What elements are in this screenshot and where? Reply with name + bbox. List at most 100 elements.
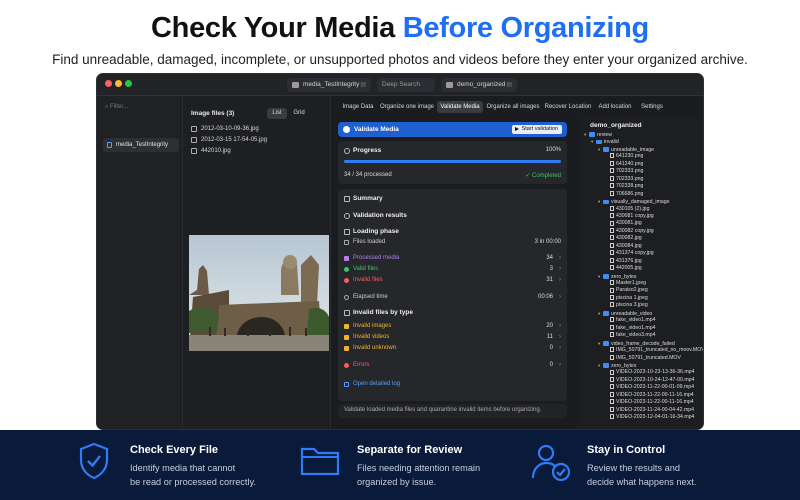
- files-loaded-row: Files loaded 3 in 00:00: [344, 237, 561, 248]
- tree-file[interactable]: piscina 1.jpeg: [605, 295, 648, 302]
- tab-organize-one-image[interactable]: Organize one image: [379, 101, 435, 113]
- error-icon: [344, 363, 349, 368]
- chevron-right-icon: ›: [559, 334, 561, 340]
- tree-file[interactable]: 431374 copy.jpg: [605, 250, 654, 257]
- tree-file[interactable]: fake_video3.mp4: [605, 332, 656, 339]
- tree-file[interactable]: piscina 3.jpeg: [605, 302, 648, 309]
- start-validation-button[interactable]: Start validation: [511, 125, 562, 134]
- trash-icon[interactable]: ▤: [506, 78, 512, 92]
- feature-title: Stay in Control: [587, 444, 666, 456]
- tree-file[interactable]: 430082 copy.jpg: [605, 228, 654, 235]
- deep-search-input[interactable]: Deep Search: [377, 78, 435, 92]
- errors-row[interactable]: Errors 0 ›: [344, 360, 561, 371]
- tree-file[interactable]: 430081 copy.jpg: [605, 213, 654, 220]
- invalid-videos-row[interactable]: Invalid videos 11 ›: [344, 332, 561, 343]
- tree-folder[interactable]: ▾ invalid: [591, 138, 619, 145]
- tree-file[interactable]: fake_video1.mp4: [605, 317, 656, 324]
- file-icon: [610, 406, 614, 412]
- tree-file[interactable]: 702333.png: [605, 176, 643, 183]
- destination-folder-label: demo_organized: [457, 81, 506, 88]
- tree-file[interactable]: VIDEO-2023-11-22-00-11-16.mp4: [605, 392, 694, 399]
- clock-icon: [344, 295, 349, 300]
- tree-file[interactable]: 430081.jpg: [605, 220, 642, 227]
- tab-organize-all-images[interactable]: Organize all images: [485, 101, 541, 113]
- file-icon: [610, 280, 614, 286]
- tab-recover-location[interactable]: Recover Location: [543, 101, 593, 113]
- trash-icon[interactable]: ▤: [360, 78, 366, 92]
- file-icon: [610, 376, 614, 382]
- file-row[interactable]: 2012-03-15 17-54-05.jpg: [191, 135, 267, 145]
- tree-file[interactable]: VIDEO-2023-10-23-13-36-36.mp4: [605, 369, 694, 376]
- tree-file[interactable]: IMG_50791_truncated_no_moov.MOV: [605, 347, 704, 354]
- tree-item-label: VIDEO-2023-12-04-01-16-34.mp4: [616, 414, 695, 421]
- open-detailed-log-link[interactable]: Open detailed log: [344, 379, 561, 390]
- invalid-images-row[interactable]: Invalid images 20 ›: [344, 321, 561, 332]
- processed-media-row[interactable]: Processed media 34 ›: [344, 253, 561, 264]
- tree-file[interactable]: 431376.jpg: [605, 258, 642, 265]
- tree-file[interactable]: VIDEO-2023-10-24-12-47-00.mp4: [605, 377, 694, 384]
- feature-description: Review the results and decide what happen…: [587, 461, 696, 489]
- sidebar-filter-input[interactable]: ⌕ Filter...: [105, 104, 128, 111]
- progress-percent: 100%: [545, 147, 561, 153]
- tree-file[interactable]: VIDEO-2023-11-24-00-04-42.mp4: [605, 407, 694, 414]
- tree-file[interactable]: 430082.jpg: [605, 235, 642, 242]
- folder-icon: [603, 199, 609, 204]
- tree-item-label: IMG_50791_truncated_no_moov.MOV: [616, 347, 704, 354]
- tree-file[interactable]: 430084.jpg: [605, 243, 642, 250]
- tree-folder[interactable]: ▾ zero_bytes: [598, 273, 636, 280]
- tab-add-location[interactable]: Add location: [595, 101, 635, 113]
- tree-file[interactable]: IMG_50791_truncated.MOV: [605, 355, 681, 362]
- sidebar-item-media-testintegrity[interactable]: media_TestIntegrity: [103, 138, 179, 152]
- summary-card: Summary Validation results Loading phase…: [338, 189, 567, 401]
- tree-file[interactable]: 430105 (2).jpg: [605, 206, 649, 213]
- files-loaded-value: 3 in 00:00: [534, 239, 561, 245]
- tab-settings[interactable]: Settings: [637, 101, 667, 113]
- tree-file[interactable]: fake_video1.mp4: [605, 325, 656, 332]
- invalid-unknown-row[interactable]: Invalid unknown 0 ›: [344, 343, 561, 354]
- tree-file[interactable]: 706686.png: [605, 191, 643, 198]
- tree-folder[interactable]: ▾ unreadable_video: [598, 310, 652, 317]
- file-name: 2012-03-10-09-36.jpg: [201, 126, 259, 132]
- tree-file[interactable]: Paraiso2.jpeg: [605, 287, 648, 294]
- invalid-files-row[interactable]: Invalid files 31 ›: [344, 275, 561, 286]
- tree-folder[interactable]: ▾ unreadable_image: [598, 146, 654, 153]
- tree-file[interactable]: 442005.jpg: [605, 265, 642, 272]
- view-list-button[interactable]: List: [267, 108, 287, 119]
- zoom-window-button[interactable]: [125, 80, 132, 87]
- tab-validate-media[interactable]: Validate Media: [437, 101, 483, 113]
- tab-image-data[interactable]: Image Data: [339, 101, 377, 113]
- tree-file[interactable]: 641240.png: [605, 161, 643, 168]
- tree-folder[interactable]: ▾ video_frame_decode_failed: [598, 340, 675, 347]
- file-icon: [610, 175, 614, 181]
- tree-file[interactable]: 641230.png: [605, 153, 643, 160]
- tree-item-label: 702333.png: [616, 168, 644, 175]
- tree-item-label: piscina 1.jpeg: [616, 294, 648, 301]
- close-window-button[interactable]: [105, 80, 112, 87]
- tree-item-label: invalid: [604, 139, 619, 146]
- tree-file[interactable]: VIDEO-2023-11-22-00-01-09.mp4: [605, 384, 694, 391]
- tree-file[interactable]: 702338.png: [605, 183, 643, 190]
- log-icon: [344, 382, 349, 387]
- view-grid-button[interactable]: Grid: [289, 108, 309, 119]
- completed-status: ✓ Completed: [525, 173, 561, 179]
- file-icon: [610, 227, 614, 233]
- tree-file[interactable]: 702333.png: [605, 168, 643, 175]
- tree-folder[interactable]: ▾ zero_bytes: [598, 362, 636, 369]
- tree-file[interactable]: VIDEO-2023-11-22-00-11-16.mp4: [605, 399, 694, 406]
- minimize-window-button[interactable]: [115, 80, 122, 87]
- valid-files-row[interactable]: Valid files 3 ›: [344, 264, 561, 275]
- tree-item-label: fake_video3.mp4: [616, 332, 656, 339]
- tree-file[interactable]: VIDEO-2023-12-04-01-16-34.mp4: [605, 414, 694, 421]
- tab-bar: Image Data Organize one image Validate M…: [331, 96, 703, 118]
- tree-folder[interactable]: ▾ review: [584, 131, 612, 138]
- tree-folder[interactable]: ▾ visually_damaged_image: [598, 198, 670, 205]
- folder-icon: [603, 363, 609, 368]
- destination-folder-selector[interactable]: demo_organized ▤: [441, 78, 517, 92]
- media-icon: [344, 256, 349, 261]
- file-row[interactable]: 442010.jpg: [191, 146, 231, 156]
- file-row[interactable]: 2012-03-10-09-36.jpg: [191, 124, 259, 134]
- footer-text: Validate loaded media files and quaranti…: [344, 407, 542, 413]
- source-folder-selector[interactable]: media_TestIntegrity ▤: [287, 78, 371, 92]
- tree-item-label: 430105 (2).jpg: [616, 205, 650, 212]
- tree-file[interactable]: Master1.jpeg: [605, 280, 646, 287]
